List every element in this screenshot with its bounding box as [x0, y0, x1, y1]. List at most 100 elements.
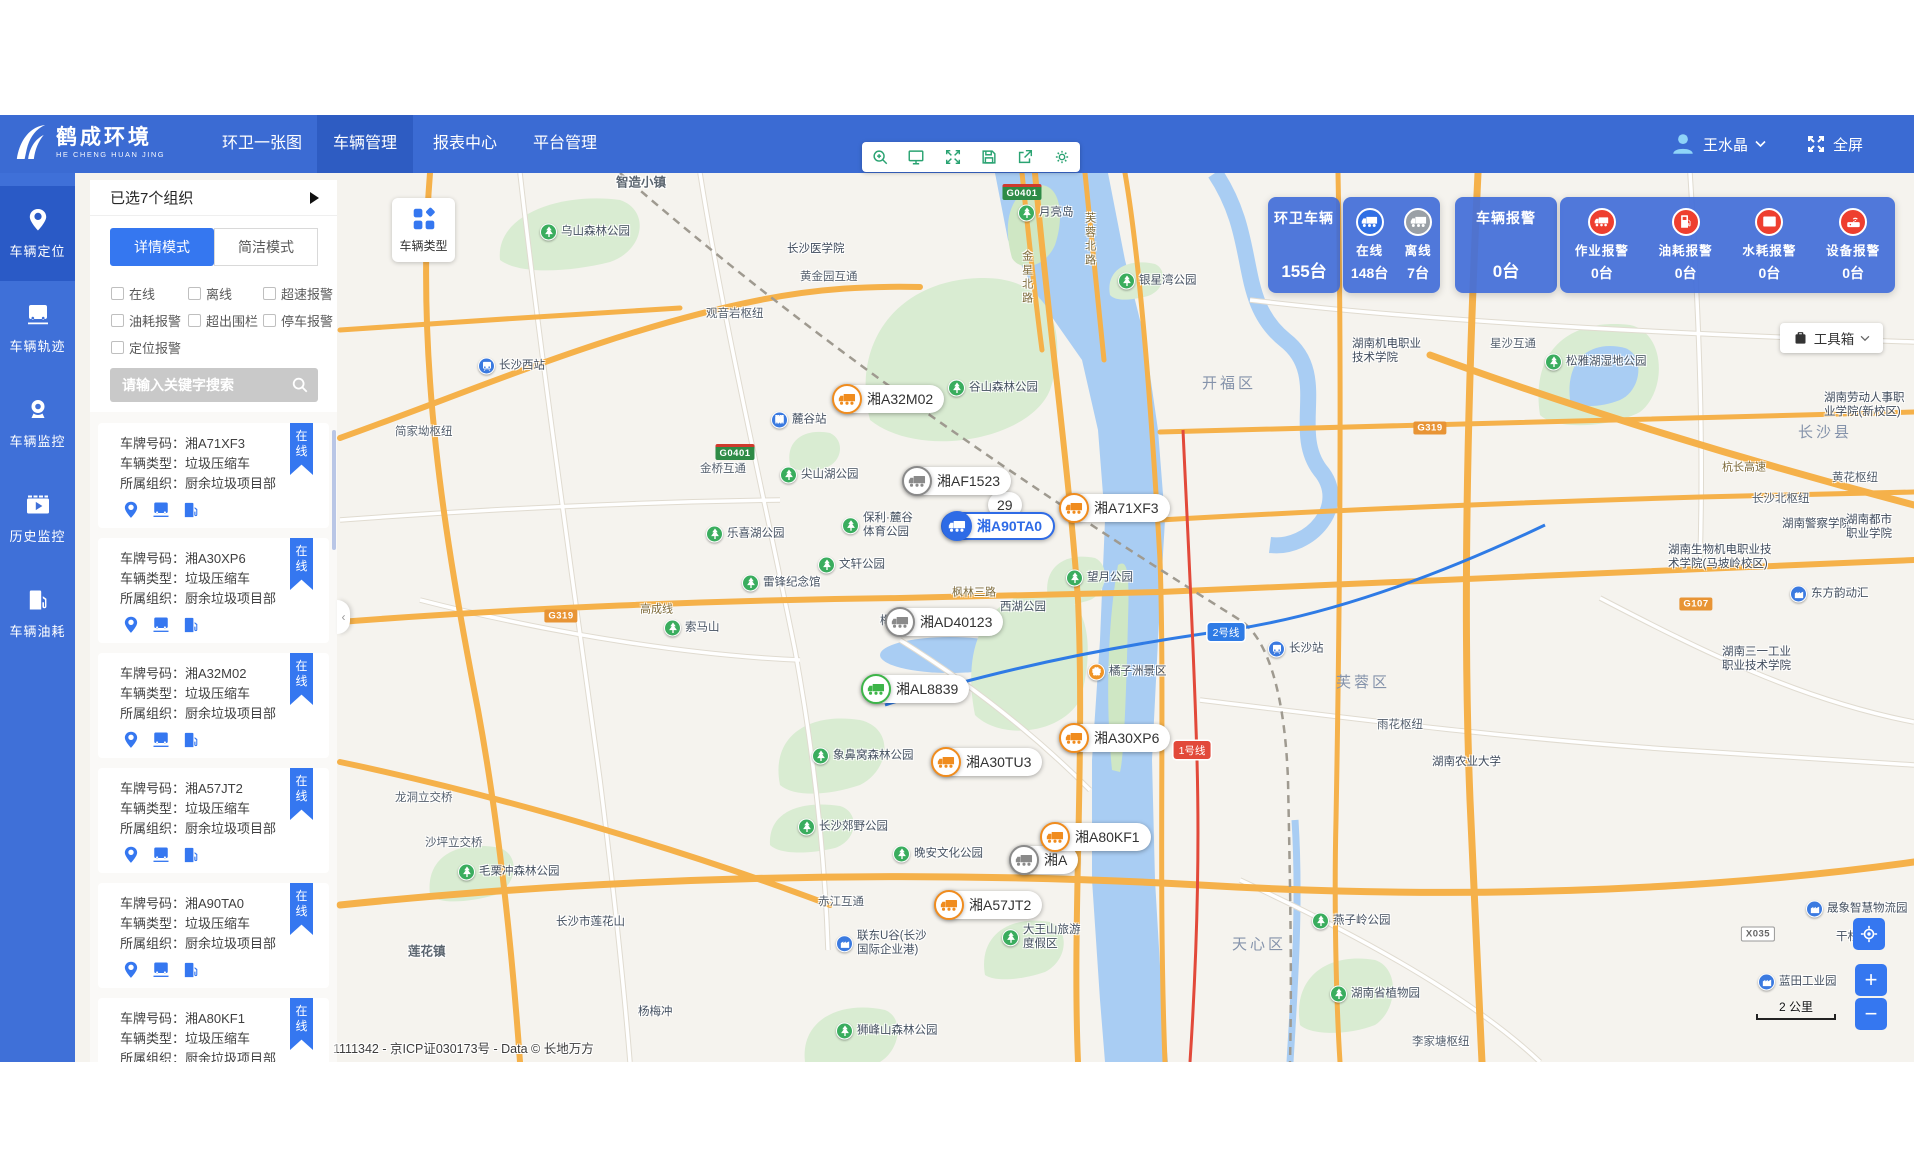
export-icon[interactable] — [1016, 148, 1034, 166]
locate-vehicle-icon[interactable] — [122, 961, 140, 984]
vehicle-type-label: 车辆类型 — [399, 237, 447, 254]
alarm-item: 油耗报警0台 — [1659, 208, 1713, 283]
toolbox-button[interactable]: 工具箱 — [1780, 323, 1883, 353]
vehicle-card[interactable]: 车牌号码：湘A80KF1车辆类型：垃圾压缩车所属组织：厨余垃圾项目部在线 — [98, 998, 329, 1062]
vehicle-marker[interactable]: 湘A71XF3 — [1060, 494, 1170, 522]
map-toolbar — [862, 142, 1080, 172]
alarm-label: 设备报警 — [1826, 240, 1880, 259]
track-vehicle-icon[interactable] — [152, 961, 170, 984]
vehicle-org: 所属组织：厨余垃圾项目部 — [120, 474, 329, 494]
vehicle-marker[interactable]: 湘A32M02 — [833, 385, 944, 413]
filter-在线[interactable]: 在线 — [111, 284, 155, 303]
list-scrollbar[interactable] — [332, 430, 336, 550]
app: 鹤成环境 HE CHENG HUAN JING 环卫一张图车辆管理报表中心平台管… — [0, 0, 1914, 1173]
monitor-icon[interactable] — [907, 148, 925, 166]
search-input[interactable] — [122, 368, 282, 402]
online-label: 在线 — [1356, 240, 1383, 259]
track-vehicle-icon[interactable] — [152, 616, 170, 639]
vehicle-panel: 已选7个组织 详情模式简洁模式 在线 离线 超速报警油耗报警超出围栏停车报警定位报警… — [90, 180, 337, 1062]
filter-超出围栏[interactable]: 超出围栏 — [188, 311, 258, 330]
map-canvas[interactable]: 智造小镇乌山森林公园长沙医学院黄金园互通月亮岛银星湾公园观音岩枢纽长沙西站谷山森… — [75, 173, 1914, 1062]
vehicle-marker[interactable]: 湘AF1523 — [903, 467, 1011, 495]
filter-超速报警[interactable]: 超速报警 — [263, 284, 333, 303]
filter-停车报警[interactable]: 停车报警 — [263, 311, 333, 330]
alarm-i-pump — [1672, 208, 1700, 236]
vehicle-actions — [122, 961, 329, 984]
vehicle-card[interactable]: 车牌号码：湘A30XP6车辆类型：垃圾压缩车所属组织：厨余垃圾项目部在线 — [98, 538, 329, 643]
alarm-label: 作业报警 — [1575, 240, 1629, 259]
vehicle-org: 所属组织：厨余垃圾项目部 — [120, 704, 329, 724]
truck-icon — [832, 384, 862, 414]
checkbox[interactable] — [188, 287, 201, 300]
checkbox[interactable] — [111, 314, 124, 327]
fuel-vehicle-icon[interactable] — [182, 846, 200, 869]
vehicle-org: 所属组织：厨余垃圾项目部 — [120, 1049, 329, 1062]
vehicle-marker[interactable]: 湘A57JT2 — [935, 891, 1042, 919]
vehicle-card[interactable]: 车牌号码：湘A32M02车辆类型：垃圾压缩车所属组织：厨余垃圾项目部在线 — [98, 653, 329, 758]
filter-定位报警[interactable]: 定位报警 — [111, 338, 181, 357]
nav-tab-2[interactable]: 车辆管理 — [317, 115, 413, 173]
checkbox[interactable] — [188, 314, 201, 327]
locate-vehicle-icon[interactable] — [122, 501, 140, 524]
nav-tab-4[interactable]: 平台管理 — [515, 115, 615, 173]
vehicle-marker[interactable]: 湘AL8839 — [862, 675, 969, 703]
vehicle-marker[interactable]: 湘A80KF1 — [1041, 823, 1151, 851]
expand-arrow-icon[interactable] — [310, 192, 319, 204]
locate-vehicle-icon[interactable] — [122, 616, 140, 639]
vehicle-marker-plate: 湘A57JT2 — [969, 895, 1031, 915]
track-vehicle-icon[interactable] — [152, 501, 170, 524]
fuel-vehicle-icon[interactable] — [182, 616, 200, 639]
track-vehicle-icon[interactable] — [152, 846, 170, 869]
gear-icon[interactable] — [1053, 148, 1071, 166]
fuel-vehicle-icon[interactable] — [182, 731, 200, 754]
vehicle-marker-plate: 湘A80KF1 — [1075, 827, 1140, 847]
offline-truck-icon — [1404, 208, 1432, 236]
vehicle-list: 车牌号码：湘A71XF3车辆类型：垃圾压缩车所属组织：厨余垃圾项目部在线车牌号码… — [98, 423, 329, 1062]
filter-离线[interactable]: 离线 — [188, 284, 232, 303]
checkbox[interactable] — [263, 314, 276, 327]
vehicle-card[interactable]: 车牌号码：湘A57JT2车辆类型：垃圾压缩车所属组织：厨余垃圾项目部在线 — [98, 768, 329, 873]
fullscreen-button[interactable]: 全屏 — [1806, 115, 1863, 173]
vehicle-marker[interactable]: 湘A30XP6 — [1060, 724, 1170, 752]
org-header[interactable]: 已选7个组织 — [90, 180, 337, 216]
fuel-vehicle-icon[interactable] — [182, 961, 200, 984]
expand-icon[interactable] — [944, 148, 962, 166]
track-vehicle-icon[interactable] — [152, 731, 170, 754]
zoom-search-icon[interactable] — [871, 148, 889, 166]
search-box — [110, 368, 318, 402]
vehicle-marker[interactable]: 湘A90TA0 — [941, 512, 1055, 540]
vehicle-marker-plate: 湘A90TA0 — [977, 516, 1042, 536]
nav-tab-1[interactable]: 环卫一张图 — [212, 115, 312, 173]
checkbox[interactable] — [263, 287, 276, 300]
vehicle-marker[interactable]: 湘A30TU3 — [932, 748, 1042, 776]
vehicle-marker-plate: 湘AL8839 — [896, 679, 958, 699]
checkbox[interactable] — [111, 287, 124, 300]
vehicle-type-button[interactable]: 车辆类型 — [392, 198, 455, 262]
locate-button[interactable] — [1853, 918, 1885, 950]
zoom-in-button[interactable]: + — [1855, 964, 1887, 996]
sidebar-item-3[interactable]: 车辆监控 — [0, 376, 75, 471]
save-icon[interactable] — [980, 148, 998, 166]
locate-vehicle-icon[interactable] — [122, 846, 140, 869]
vehicle-card[interactable]: 车牌号码：湘A71XF3车辆类型：垃圾压缩车所属组织：厨余垃圾项目部在线 — [98, 423, 329, 528]
fuel-vehicle-icon[interactable] — [182, 501, 200, 524]
left-sidebar: 车辆定位车辆轨迹车辆监控历史监控车辆油耗 — [0, 173, 75, 1062]
sidebar-item-4[interactable]: 历史监控 — [0, 471, 75, 566]
online-truck-icon — [1356, 208, 1384, 236]
sidebar-item-5[interactable]: 车辆油耗 — [0, 566, 75, 661]
sidebar-item-2[interactable]: 车辆轨迹 — [0, 281, 75, 376]
vehicle-marker[interactable]: 湘AD40123 — [886, 608, 1003, 636]
vehicle-card[interactable]: 车牌号码：湘A90TA0车辆类型：垃圾压缩车所属组织：厨余垃圾项目部在线 — [98, 883, 329, 988]
tab-mode-2[interactable]: 简洁模式 — [214, 228, 318, 266]
zoom-out-button[interactable]: − — [1855, 998, 1887, 1030]
grid-icon — [411, 206, 437, 232]
nav-tab-3[interactable]: 报表中心 — [415, 115, 515, 173]
user-menu[interactable]: 王水晶 — [1670, 115, 1766, 173]
checkbox[interactable] — [111, 341, 124, 354]
tab-mode-1[interactable]: 详情模式 — [110, 228, 214, 266]
sidebar-item-1[interactable]: 车辆定位 — [0, 186, 75, 281]
filter-油耗报警[interactable]: 油耗报警 — [111, 311, 181, 330]
search-icon[interactable] — [291, 376, 309, 394]
alarm-value: 0台 — [1675, 263, 1697, 283]
locate-vehicle-icon[interactable] — [122, 731, 140, 754]
